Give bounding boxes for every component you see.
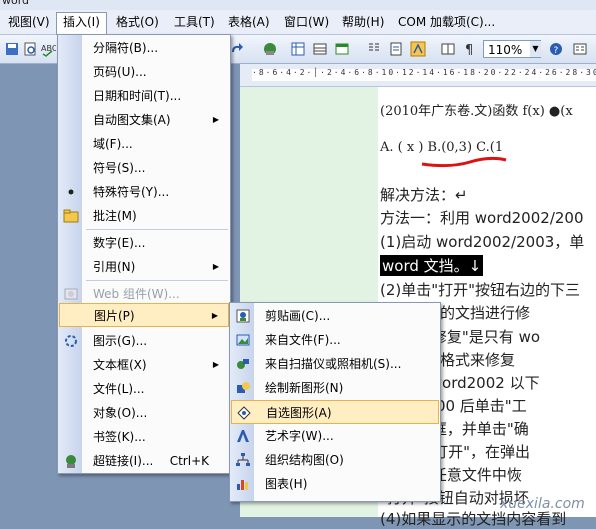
spelling-icon[interactable]: ABC (40, 41, 56, 57)
red-underline-mark (421, 156, 507, 168)
svg-text:¶: ¶ (465, 43, 473, 57)
comment-icon (63, 209, 79, 223)
insert-table-icon[interactable] (312, 41, 328, 57)
menu-item-file[interactable]: 文件(L)... (59, 377, 229, 401)
doc-line-selected: word 文挡。↓ (380, 255, 484, 276)
menu-item-page-numbers[interactable]: 页码(U)... (59, 60, 229, 84)
reading-layout-icon[interactable] (572, 41, 588, 57)
menu-item-picture[interactable]: 图片(P) ▶ (59, 303, 229, 327)
show-formatting-icon[interactable]: ¶ (462, 41, 478, 57)
from-file-icon (236, 334, 250, 346)
menu-item-diagram[interactable]: 图示(G)... (59, 329, 229, 353)
menu-item-object[interactable]: 对象(O)... (59, 401, 229, 425)
clipart-icon (236, 309, 250, 323)
submenu-arrow-icon: ▶ (212, 360, 219, 369)
drawing-toolbar-icon[interactable] (410, 41, 426, 57)
window-title-strip: word (0, 0, 596, 10)
menu-item-special-symbol[interactable]: 特殊符号(Y)... (59, 180, 229, 204)
zoom-dropdown-arrow[interactable]: ▼ (530, 41, 541, 57)
doc-line: (1)启动 word2002/2003，单 (380, 233, 585, 251)
document-map-icon[interactable] (388, 41, 404, 57)
menu-item-break[interactable]: 分隔符(B)... (59, 36, 229, 60)
horizontal-ruler: ·8·6·4·2·│·2·4·6·8·10·12·14·16·18·20·22·… (240, 64, 596, 87)
read-icon[interactable] (440, 41, 456, 57)
submenu-arrow-icon: ▶ (211, 311, 218, 320)
menu-item-symbol[interactable]: 符号(S)... (59, 156, 229, 180)
submenu-arrow-icon: ▶ (212, 262, 219, 271)
submenu-item-scanner-camera[interactable]: 来自扫描仪或照相机(S)... (231, 352, 439, 376)
menu-item-autotext[interactable]: 自动图文集(A) ▶ (59, 108, 229, 132)
columns-icon[interactable] (366, 41, 382, 57)
svg-text:?: ? (554, 46, 559, 56)
hyperlink-shortcut: Ctrl+K (169, 454, 209, 468)
submenu-item-org-chart[interactable]: 组织结构图(O) (231, 448, 439, 472)
menu-window[interactable]: 窗口(W) (278, 13, 335, 31)
doc-question-options: A. ( ⅹ ) B.(0,3) C.(1 (380, 140, 504, 155)
hyperlink-toolbar-icon[interactable] (262, 41, 278, 57)
web-component-icon (64, 288, 78, 300)
menu-tools[interactable]: 工具(T) (168, 13, 221, 31)
help-icon[interactable]: ? (548, 41, 564, 57)
submenu-item-autoshapes[interactable]: 自选图形(A) (231, 400, 439, 424)
menu-item-bookmark[interactable]: 书签(K)... (59, 425, 229, 449)
ruler-tick-labels: ·8·6·4·2·│·2·4·6·8·10·12·14·16·18·20·22·… (252, 68, 596, 77)
menu-separator (86, 280, 228, 281)
insert-excel-icon[interactable] (334, 41, 350, 57)
menu-help[interactable]: 帮助(H) (336, 13, 390, 31)
hyperlink-icon (66, 455, 76, 468)
org-chart-icon (236, 453, 250, 466)
menu-item-textbox[interactable]: 文本框(X) ▶ (59, 353, 229, 377)
menu-item-field[interactable]: 域(F)... (59, 132, 229, 156)
insert-menu: 分隔符(B)... 页码(U)... 日期和时间(T)... 自动图文集(A) ▶… (57, 34, 231, 474)
doc-line: (2)单击"打开"按钮右边的下三 (380, 281, 581, 299)
chart-icon (237, 480, 248, 490)
window-title: word (2, 0, 30, 7)
menu-item-number[interactable]: 数字(E)... (59, 231, 229, 255)
special-symbol-icon (68, 189, 74, 195)
new-drawing-icon (237, 382, 250, 393)
submenu-item-wordart[interactable]: 艺术字(W)... (231, 424, 439, 448)
autoshapes-icon (237, 406, 251, 420)
menu-table[interactable]: 表格(A) (222, 13, 276, 31)
picture-submenu: 剪贴画(C)... 来自文件(F)... 来自扫描仪或照相机(S)... 绘制新… (229, 302, 441, 502)
submenu-item-new-drawing[interactable]: 绘制新图形(N) (231, 376, 439, 400)
menu-format[interactable]: 格式(O) (110, 13, 165, 31)
menu-insert[interactable]: 插入(I) (56, 12, 107, 35)
watermark: xuexila.com (500, 496, 585, 512)
menu-bar: 视图(V) 插入(I) 格式(O) 工具(T) 表格(A) 窗口(W) 帮助(H… (0, 10, 596, 35)
menu-item-date-time[interactable]: 日期和时间(T)... (59, 84, 229, 108)
menu-separator (86, 229, 228, 230)
wordart-icon (237, 430, 249, 442)
submenu-item-chart[interactable]: 图表(H) (231, 472, 439, 496)
menu-item-hyperlink[interactable]: 超链接(I)... Ctrl+K (59, 449, 229, 473)
submenu-arrow-icon: ▶ (212, 115, 219, 124)
tables-borders-icon[interactable] (290, 41, 306, 57)
print-preview-icon[interactable] (22, 41, 38, 57)
svg-text:ABC: ABC (41, 44, 56, 53)
doc-line: 方法一：利用 word2002/200 (380, 209, 584, 227)
submenu-item-clipart[interactable]: 剪贴画(C)... (231, 304, 439, 328)
save-icon[interactable] (4, 41, 20, 57)
menu-view[interactable]: 视图(V) (2, 13, 56, 31)
menu-com-addins[interactable]: COM 加载项(C)... (392, 13, 501, 31)
submenu-item-from-file[interactable]: 来自文件(F)... (231, 328, 439, 352)
doc-line: 解决方法：↵ (380, 186, 468, 204)
scanner-icon (237, 359, 249, 369)
menu-item-comment[interactable]: 批注(M) (59, 204, 229, 228)
menu-item-reference[interactable]: 引用(N) ▶ (59, 255, 229, 279)
diagram-icon (65, 335, 77, 347)
doc-question-header: (2010年广东卷.文)函数 f(x) ●(x (380, 104, 573, 119)
